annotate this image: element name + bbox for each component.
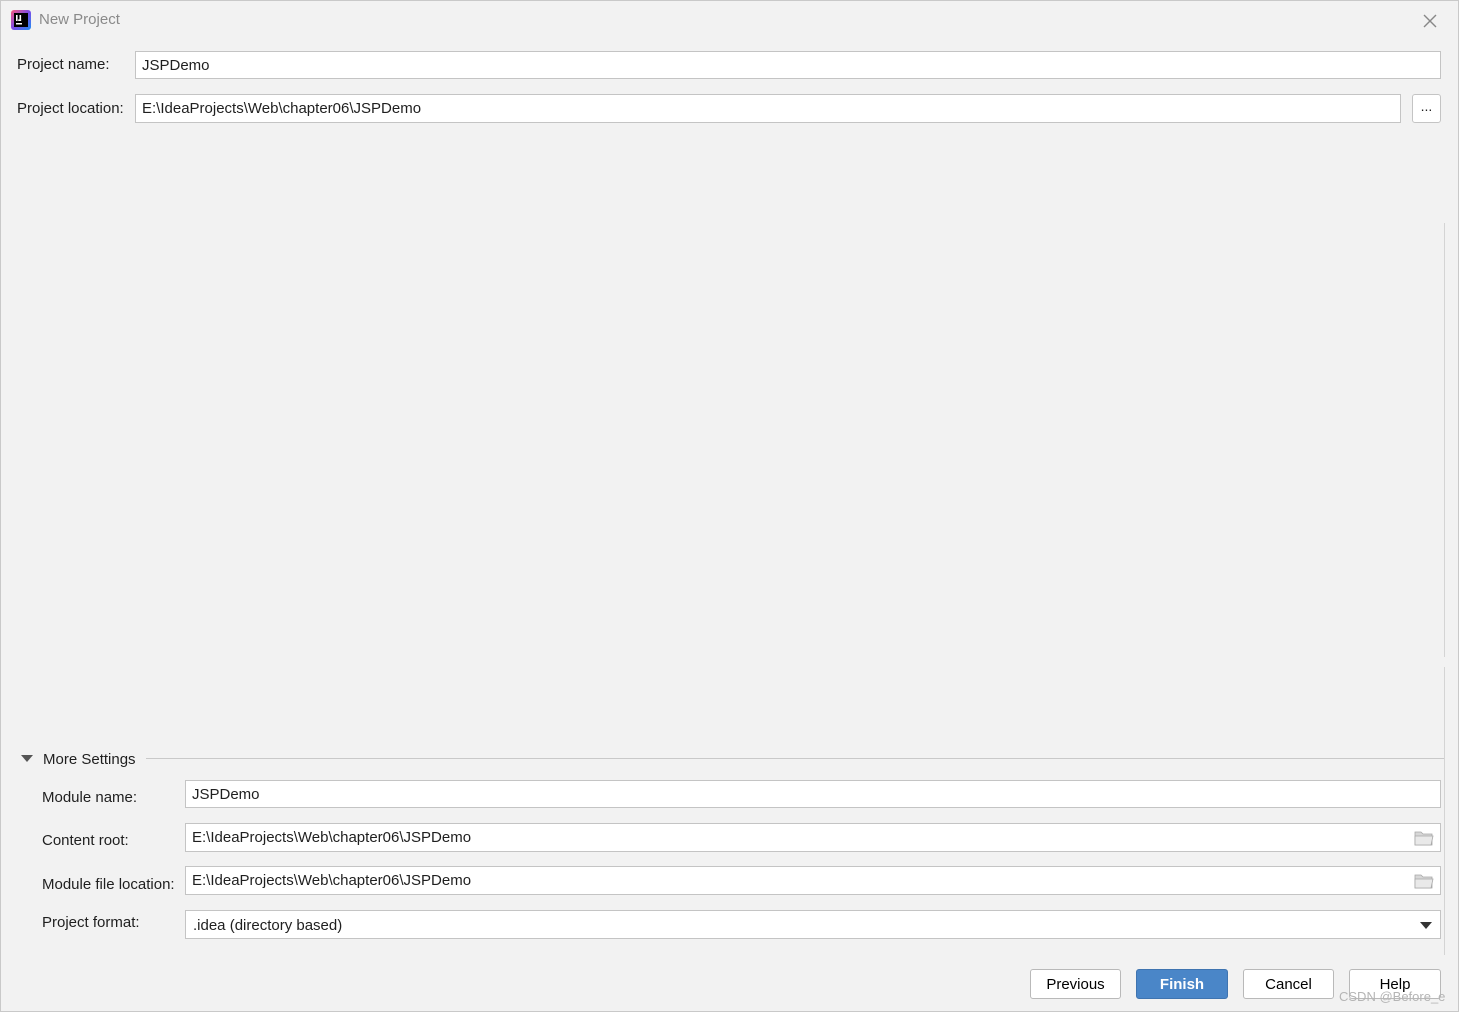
folder-icon[interactable] <box>1414 830 1434 846</box>
content-root-input[interactable] <box>186 824 1440 851</box>
project-format-label: Project format: <box>42 914 140 931</box>
module-file-location-field[interactable] <box>185 866 1441 895</box>
project-name-field[interactable] <box>135 51 1441 79</box>
window-title: New Project <box>39 11 120 28</box>
module-name-label: Module name: <box>42 789 138 806</box>
module-name-field[interactable] <box>185 780 1441 808</box>
module-name-input[interactable] <box>186 781 1440 807</box>
project-name-label: Project name: <box>17 56 110 73</box>
project-location-input[interactable] <box>136 95 1400 122</box>
watermark: CSDN @Before_e <box>1339 989 1446 1004</box>
project-name-input[interactable] <box>136 52 1440 78</box>
new-project-dialog: New Project Project name: Project locati… <box>0 0 1459 1012</box>
project-format-value: .idea (directory based) <box>193 917 343 934</box>
project-location-label: Project location: <box>17 100 124 117</box>
content-root-label: Content root: <box>42 832 129 849</box>
title-bar: New Project <box>1 1 1458 39</box>
module-file-location-label: Module file location: <box>42 876 175 893</box>
more-settings-label: More Settings <box>43 751 136 768</box>
finish-button[interactable]: Finish <box>1136 969 1228 999</box>
close-icon[interactable] <box>1419 10 1441 32</box>
folder-icon[interactable] <box>1414 873 1434 889</box>
panel-divider <box>1444 667 1445 955</box>
previous-button[interactable]: Previous <box>1030 969 1121 999</box>
chevron-down-icon <box>21 755 33 762</box>
panel-scrollbar-track <box>1444 223 1445 657</box>
chevron-down-icon <box>1420 922 1432 929</box>
more-settings-divider <box>146 758 1444 759</box>
project-format-dropdown[interactable]: .idea (directory based) <box>185 910 1441 939</box>
cancel-button[interactable]: Cancel <box>1243 969 1334 999</box>
content-root-field[interactable] <box>185 823 1441 852</box>
project-location-field[interactable] <box>135 94 1401 123</box>
module-file-location-input[interactable] <box>186 867 1440 894</box>
intellij-idea-icon <box>11 10 31 30</box>
browse-button[interactable]: ... <box>1412 94 1441 123</box>
